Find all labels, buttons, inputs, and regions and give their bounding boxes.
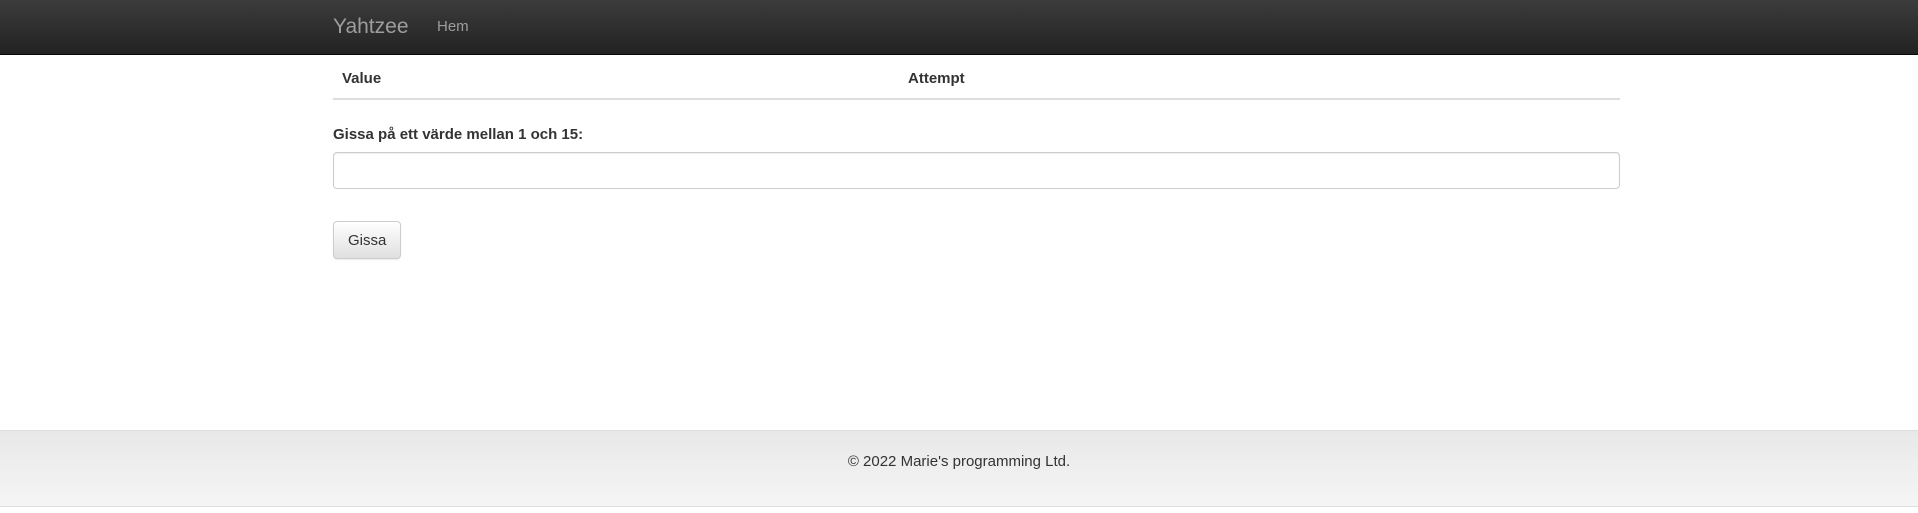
guess-input[interactable] — [333, 152, 1620, 189]
footer-copyright: © 2022 Marie's programming Ltd. — [847, 453, 1071, 470]
nav-link-hem[interactable]: Hem — [437, 18, 469, 36]
column-header-attempt: Attempt — [899, 55, 1620, 100]
table-header-row: Value Attempt — [333, 55, 1620, 100]
main-content: Value Attempt Gissa på ett värde mellan … — [333, 55, 1620, 259]
attempts-table-header: Value Attempt — [333, 55, 1620, 100]
column-header-value: Value — [333, 55, 899, 100]
guess-form: Gissa på ett värde mellan 1 och 15: — [333, 126, 1620, 189]
attempts-table: Value Attempt — [333, 55, 1620, 100]
brand-link[interactable]: Yahtzee — [333, 14, 409, 40]
guess-label: Gissa på ett värde mellan 1 och 15: — [333, 126, 584, 143]
top-navbar: Yahtzee Hem — [0, 0, 1918, 55]
guess-button[interactable]: Gissa — [333, 221, 402, 259]
page-footer: © 2022 Marie's programming Ltd. — [0, 430, 1918, 507]
